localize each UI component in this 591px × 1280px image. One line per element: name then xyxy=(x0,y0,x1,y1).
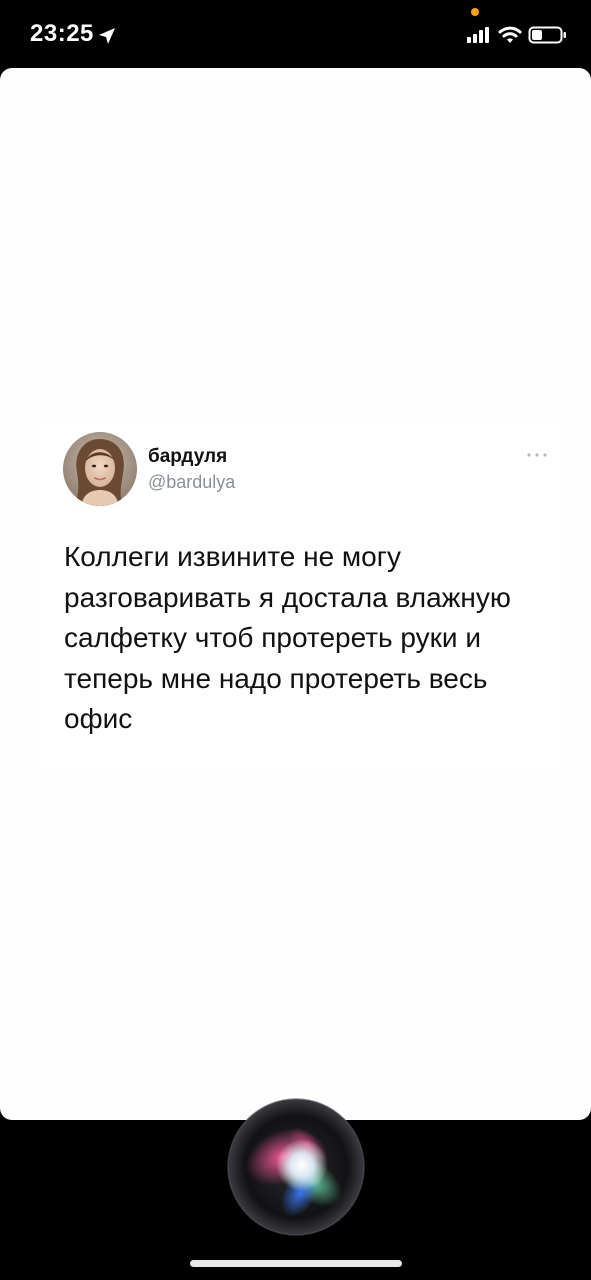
ellipsis-icon[interactable] xyxy=(526,451,548,459)
wifi-icon xyxy=(498,26,522,43)
privacy-dot-icon xyxy=(471,8,479,16)
phone-screen: 23:25 бардуля @bardulya Коллеги извините… xyxy=(0,0,591,1280)
avatar[interactable] xyxy=(63,432,137,506)
cellular-signal-icon xyxy=(467,27,489,43)
display-name[interactable]: бардуля xyxy=(148,446,227,468)
home-indicator[interactable] xyxy=(190,1260,402,1267)
status-bar: 23:25 xyxy=(0,0,591,68)
battery-icon xyxy=(528,26,566,44)
tweet-text: Коллеги извините не могу разговаривать я… xyxy=(64,541,511,734)
status-time: 23:25 xyxy=(30,20,94,47)
location-arrow-icon xyxy=(99,28,115,44)
siri-orb-icon[interactable] xyxy=(226,1097,366,1237)
avatar-photo xyxy=(63,432,137,506)
user-handle[interactable]: @bardulya xyxy=(148,472,235,493)
